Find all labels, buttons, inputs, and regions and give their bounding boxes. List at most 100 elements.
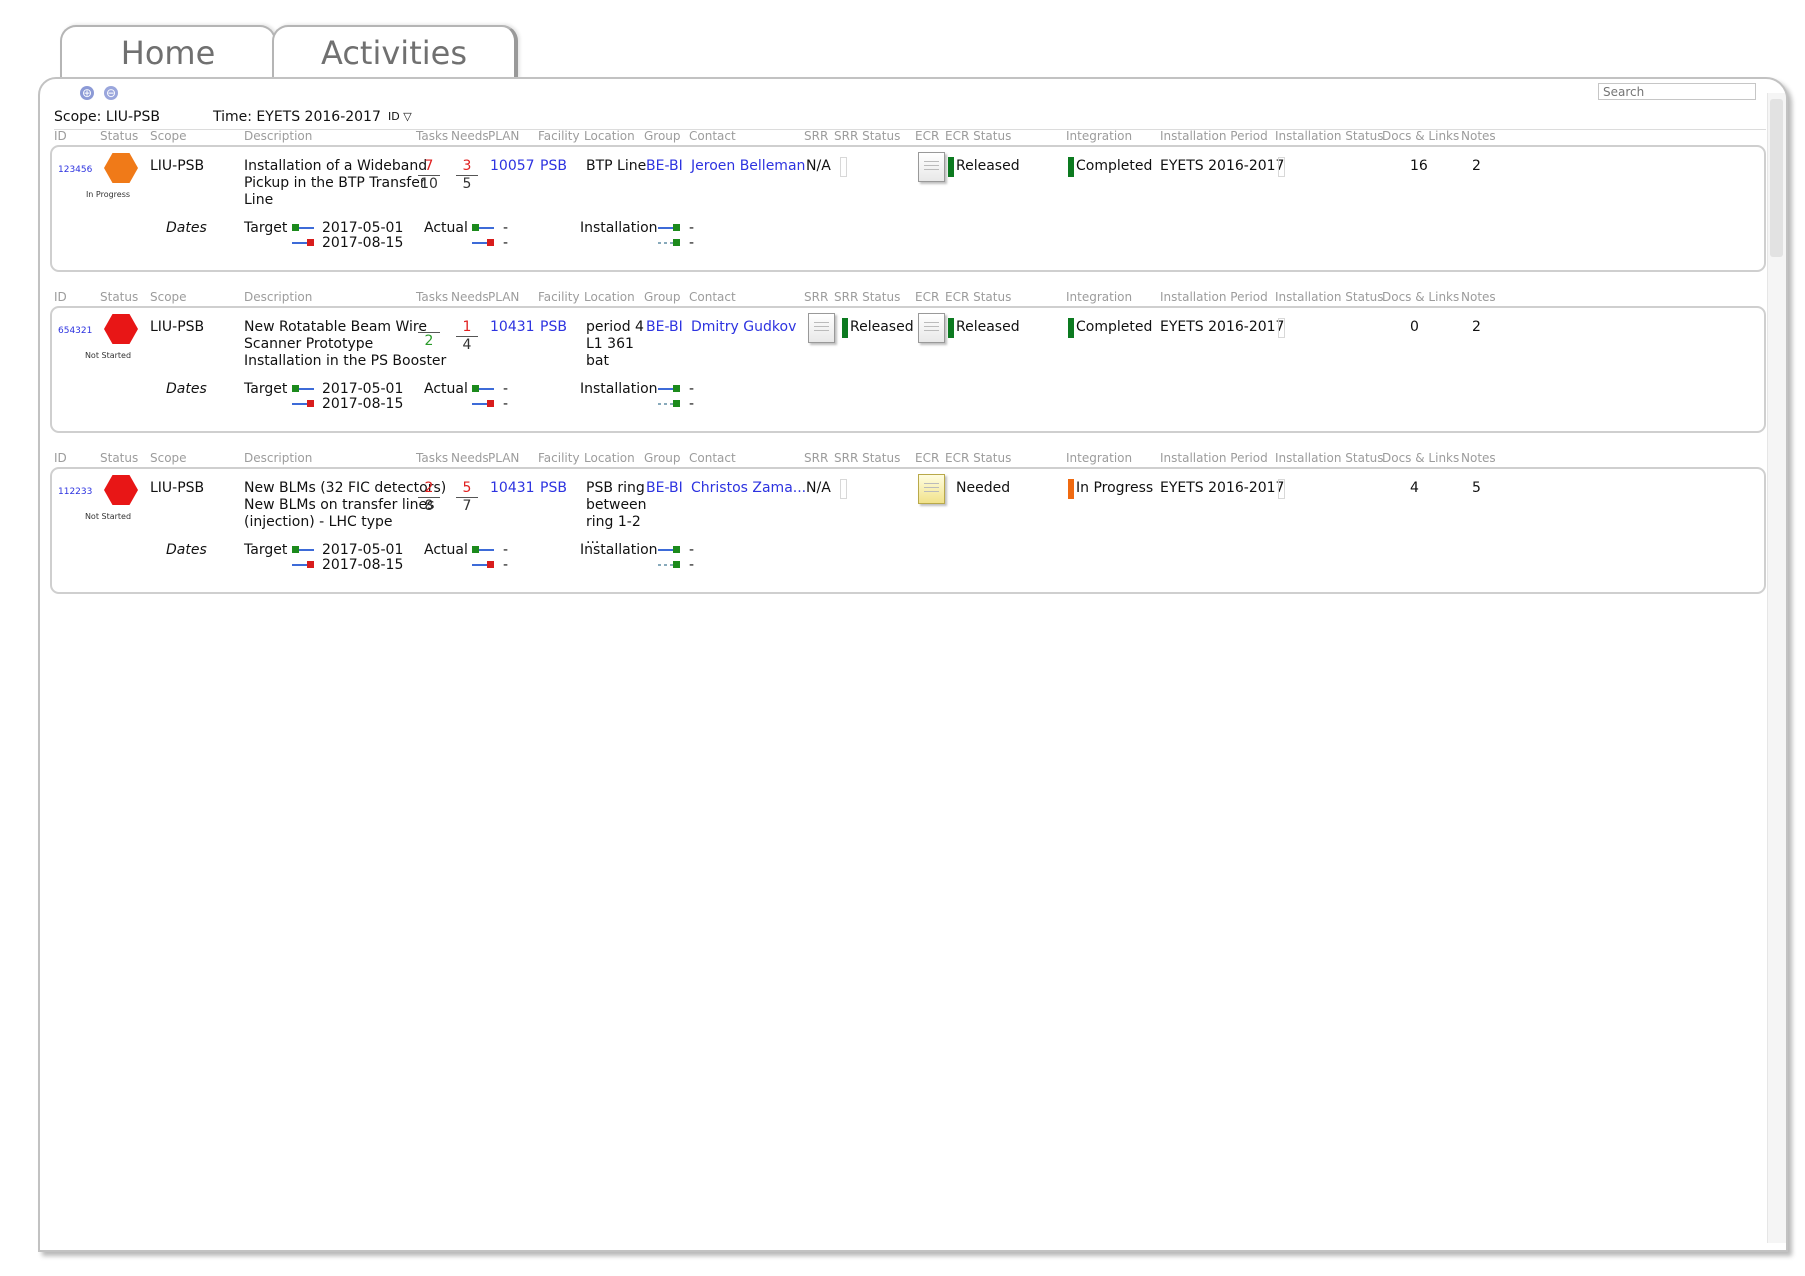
column-header[interactable]: Tasks (416, 129, 448, 143)
notes-count[interactable]: 2 (1472, 319, 1481, 336)
column-header[interactable]: Status (100, 451, 138, 465)
column-header[interactable]: Docs & Links (1382, 451, 1459, 465)
column-header[interactable]: PLAN (488, 451, 519, 465)
tasks-fraction[interactable]: 28 (418, 480, 440, 515)
column-header[interactable]: Location (584, 129, 635, 143)
column-header[interactable]: Needs (451, 451, 489, 465)
time-filter[interactable]: Time: EYETS 2016-2017 (213, 109, 381, 125)
column-header[interactable]: ECR Status (945, 290, 1011, 304)
column-header[interactable]: Installation Status (1275, 129, 1384, 143)
column-header[interactable]: SRR (804, 290, 828, 304)
column-header[interactable]: Installation Status (1275, 290, 1384, 304)
activity-card[interactable]: 654321 Not Started LIU-PSB New Rotatable Be… (50, 306, 1766, 433)
column-header[interactable]: Description (244, 451, 312, 465)
notes-count[interactable]: 5 (1472, 480, 1481, 497)
ecr-document-icon[interactable] (918, 474, 945, 504)
plan-link[interactable]: 10057 (490, 158, 535, 175)
column-header[interactable]: Installation Period (1160, 290, 1268, 304)
column-header[interactable]: Scope (150, 451, 187, 465)
column-header[interactable]: Contact (689, 129, 736, 143)
column-header[interactable]: Tasks (416, 451, 448, 465)
activity-id-link[interactable]: 654321 (58, 323, 92, 340)
column-header[interactable]: SRR (804, 451, 828, 465)
needs-fraction[interactable]: 57 (456, 480, 478, 515)
column-header[interactable]: Scope (150, 129, 187, 143)
column-header[interactable]: Scope (150, 290, 187, 304)
expand-all-icon[interactable]: ⊕ (80, 86, 94, 100)
column-header[interactable]: Facility (538, 451, 580, 465)
ecr-document-icon[interactable] (918, 152, 945, 182)
column-header[interactable]: Integration (1066, 129, 1132, 143)
group-link[interactable]: BE-BI (646, 480, 683, 497)
column-header[interactable]: Tasks (416, 290, 448, 304)
column-header[interactable]: Notes (1461, 129, 1496, 143)
column-header[interactable]: Contact (689, 451, 736, 465)
column-header[interactable]: Needs (451, 129, 489, 143)
docs-links-count[interactable]: 16 (1410, 158, 1428, 175)
activity-id-link[interactable]: 123456 (58, 162, 92, 179)
group-link[interactable]: BE-BI (646, 158, 683, 175)
group-link[interactable]: BE-BI (646, 319, 683, 336)
column-header[interactable]: Docs & Links (1382, 129, 1459, 143)
tasks-fraction[interactable]: 2 (418, 319, 440, 350)
column-header[interactable]: Status (100, 129, 138, 143)
column-header[interactable]: PLAN (488, 290, 519, 304)
column-header[interactable]: Installation Period (1160, 129, 1268, 143)
column-header[interactable]: Status (100, 290, 138, 304)
contact-link[interactable]: Dmitry Gudkov (691, 319, 796, 336)
activity-card[interactable]: 112233 Not Started LIU-PSB New BLMs (32 FIC… (50, 467, 1766, 594)
scrollbar-thumb[interactable] (1770, 99, 1783, 257)
collapse-all-icon[interactable]: ⊖ (104, 86, 118, 100)
column-header[interactable]: ID (54, 451, 67, 465)
docs-links-count[interactable]: 4 (1410, 480, 1419, 497)
column-header[interactable]: Location (584, 290, 635, 304)
column-header[interactable]: ID (54, 290, 67, 304)
column-header[interactable]: Location (584, 451, 635, 465)
column-header[interactable]: ECR (915, 129, 939, 143)
contact-link[interactable]: Christos Zama... (691, 480, 806, 497)
needs-fraction[interactable]: 35 (456, 158, 478, 193)
vertical-scrollbar[interactable] (1767, 93, 1786, 1243)
ecr-document-icon[interactable] (918, 313, 945, 343)
srr-document-icon[interactable] (808, 313, 835, 343)
column-header[interactable]: Installation Status (1275, 451, 1384, 465)
column-header[interactable]: Description (244, 290, 312, 304)
facility-link[interactable]: PSB (540, 158, 567, 175)
column-header[interactable]: Group (644, 451, 681, 465)
column-header[interactable]: Group (644, 290, 681, 304)
column-header[interactable]: Integration (1066, 290, 1132, 304)
column-header[interactable]: Installation Period (1160, 451, 1268, 465)
column-header[interactable]: SRR Status (834, 290, 900, 304)
needs-fraction[interactable]: 14 (456, 319, 478, 354)
docs-links-count[interactable]: 0 (1410, 319, 1419, 336)
column-header[interactable]: Contact (689, 290, 736, 304)
plan-link[interactable]: 10431 (490, 480, 535, 497)
column-header[interactable]: ECR Status (945, 451, 1011, 465)
column-header[interactable]: Needs (451, 290, 489, 304)
column-header[interactable]: Integration (1066, 451, 1132, 465)
column-header[interactable]: SRR Status (834, 451, 900, 465)
search-input[interactable] (1598, 83, 1756, 100)
contact-link[interactable]: Jeroen Belleman (691, 158, 805, 175)
column-header[interactable]: Facility (538, 129, 580, 143)
column-header[interactable]: SRR Status (834, 129, 900, 143)
facility-link[interactable]: PSB (540, 319, 567, 336)
column-header[interactable]: SRR (804, 129, 828, 143)
column-header[interactable]: Group (644, 129, 681, 143)
sort-control[interactable]: ID ▽ (388, 110, 412, 123)
tasks-fraction[interactable]: 7 10 (418, 158, 440, 193)
column-header[interactable]: ECR (915, 290, 939, 304)
column-header[interactable]: PLAN (488, 129, 519, 143)
notes-count[interactable]: 2 (1472, 158, 1481, 175)
column-header[interactable]: Facility (538, 290, 580, 304)
activity-card[interactable]: 123456 In Progress LIU-PSB Installation of … (50, 145, 1766, 272)
column-header[interactable]: ID (54, 129, 67, 143)
scope-filter[interactable]: Scope: LIU-PSB (54, 109, 160, 125)
column-header[interactable]: ECR Status (945, 129, 1011, 143)
column-header[interactable]: Notes (1461, 290, 1496, 304)
tab-home[interactable]: Home (60, 25, 276, 79)
column-header[interactable]: Docs & Links (1382, 290, 1459, 304)
facility-link[interactable]: PSB (540, 480, 567, 497)
activity-id-link[interactable]: 112233 (58, 484, 92, 501)
plan-link[interactable]: 10431 (490, 319, 535, 336)
